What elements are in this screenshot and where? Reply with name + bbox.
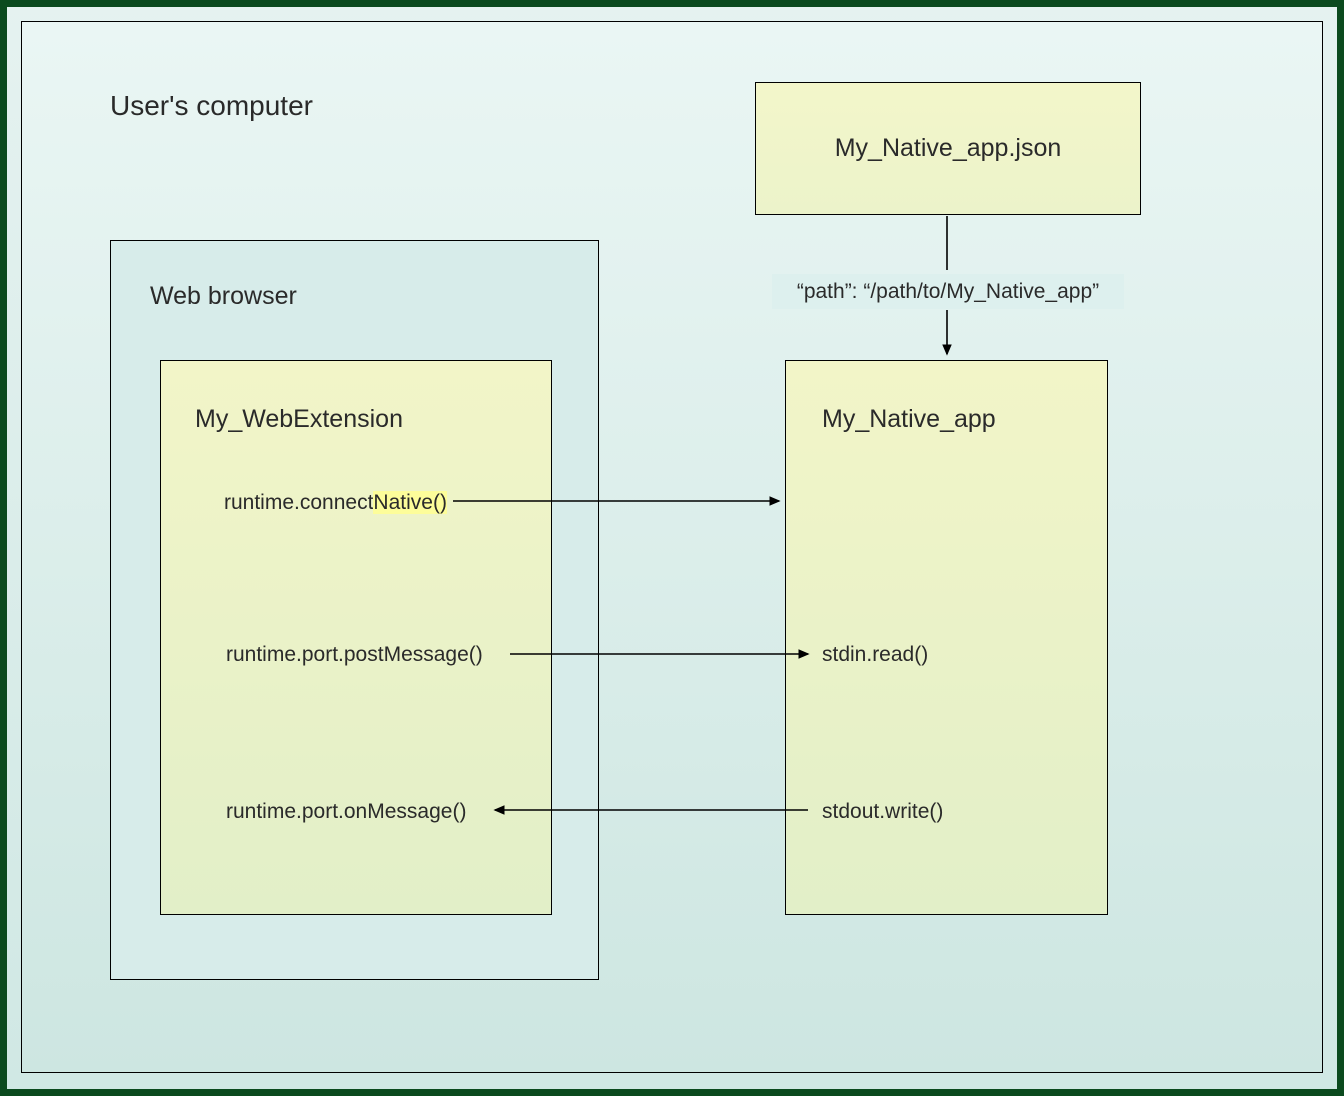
webextension-title: My_WebExtension: [195, 405, 403, 434]
computer-label: User's computer: [110, 90, 313, 122]
native-app-title: My_Native_app: [822, 405, 996, 434]
native-app-box: [785, 360, 1108, 915]
native-stdin-read: stdin.read(): [822, 643, 928, 667]
manifest-box: My_Native_app.json: [755, 82, 1141, 215]
browser-label: Web browser: [150, 282, 297, 311]
api-connect-native: runtime.connectNative(): [224, 491, 447, 515]
webextension-box: [160, 360, 552, 915]
native-stdout-write: stdout.write(): [822, 800, 943, 824]
manifest-filename: My_Native_app.json: [835, 134, 1062, 163]
api-on-message: runtime.port.onMessage(): [226, 800, 466, 824]
manifest-path-entry: “path”: “/path/to/My_Native_app”: [772, 274, 1124, 309]
api-post-message: runtime.port.postMessage(): [226, 643, 483, 667]
